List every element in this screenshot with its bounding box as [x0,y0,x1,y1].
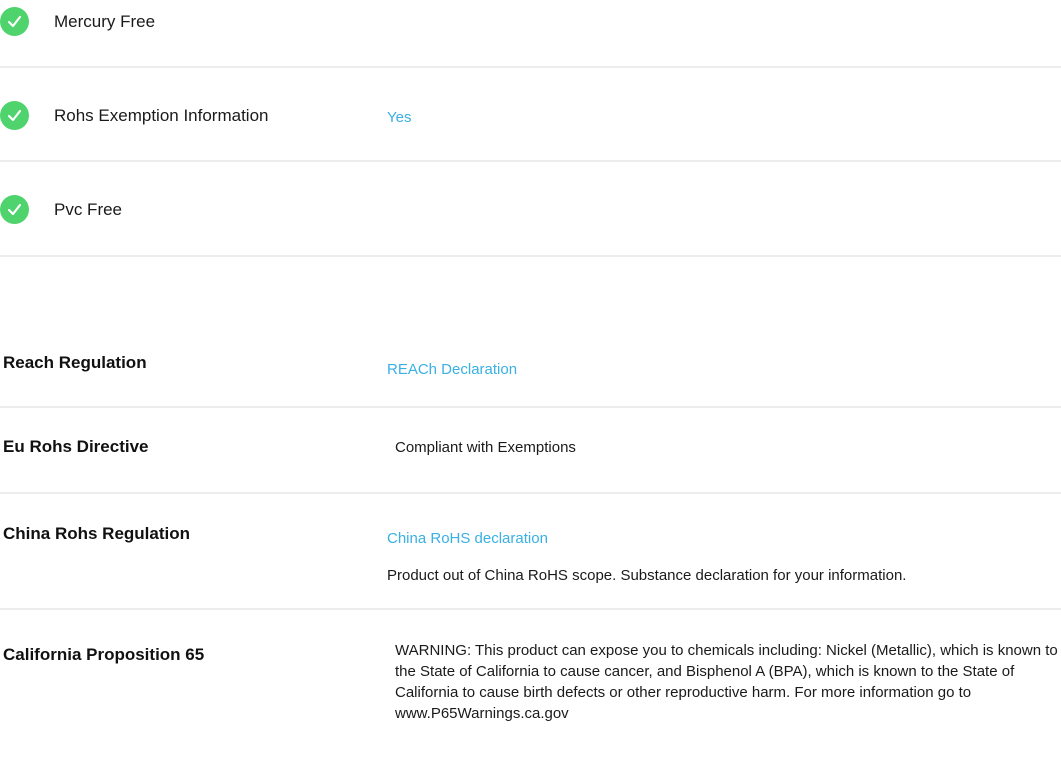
pvc-free-row: Pvc Free [0,195,1061,225]
divider [0,608,1061,610]
divider [0,160,1061,162]
check-circle-icon [0,7,29,36]
california-prop65-warning: WARNING: This product can expose you to … [395,642,1058,722]
rohs-exemption-value: Yes [387,109,412,126]
mercury-free-label: Mercury Free [54,12,156,31]
eu-rohs-value: Compliant with Exemptions [395,439,576,456]
china-rohs-title: China Rohs Regulation [3,524,190,543]
check-circle-icon [0,101,29,130]
divider [0,66,1061,68]
china-rohs-note: Product out of China RoHS scope. Substan… [387,567,907,584]
china-rohs-declaration-link[interactable]: China RoHS declaration [387,530,548,547]
reach-declaration-link[interactable]: REACh Declaration [387,361,517,378]
divider [0,492,1061,494]
reach-regulation-title: Reach Regulation [3,353,147,372]
rohs-exemption-row: Rohs Exemption Information Yes [0,101,1061,131]
divider [0,406,1061,408]
divider [0,255,1061,257]
eu-rohs-title: Eu Rohs Directive [3,437,149,456]
california-prop65-title: California Proposition 65 [3,645,205,664]
pvc-free-label: Pvc Free [54,200,123,219]
mercury-free-row: Mercury Free [0,7,1061,37]
rohs-exemption-label: Rohs Exemption Information [54,106,269,125]
check-circle-icon [0,195,29,224]
